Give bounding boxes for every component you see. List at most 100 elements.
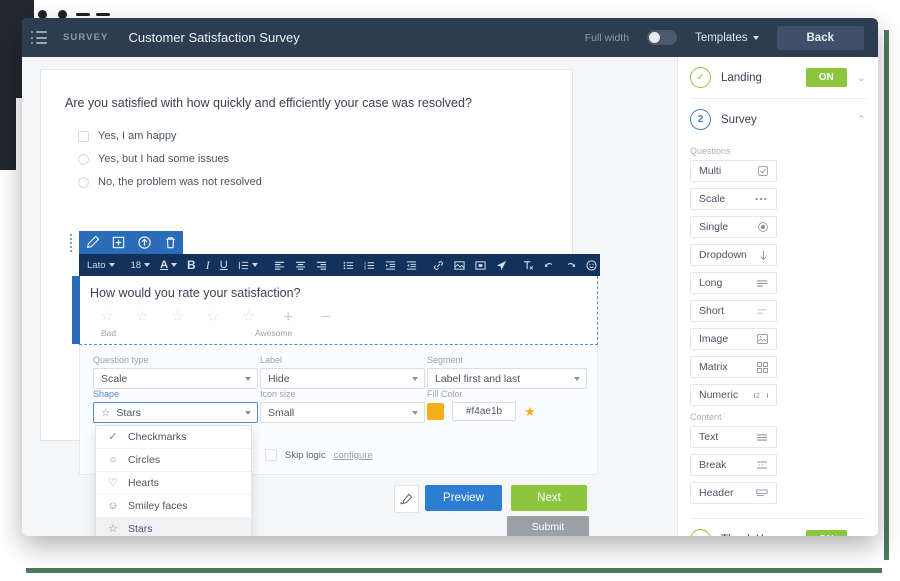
text-lines-icon xyxy=(756,433,768,442)
line-height-icon[interactable] xyxy=(233,254,263,276)
star-icon[interactable]: ☆ xyxy=(135,309,148,324)
question2-title: How would you rate your satisfaction? xyxy=(90,286,301,300)
star-icon[interactable]: ☆ xyxy=(100,309,113,324)
content-type-text[interactable]: Text xyxy=(690,426,777,448)
clear-format-icon[interactable] xyxy=(518,254,539,276)
star-icon[interactable]: ☆ xyxy=(206,309,219,324)
indent-icon[interactable] xyxy=(380,254,401,276)
emoji-icon[interactable] xyxy=(581,254,602,276)
question-type-select[interactable]: Scale xyxy=(93,368,258,389)
skip-logic-configure-link[interactable]: configure xyxy=(334,450,373,461)
question-type-multi[interactable]: Multi xyxy=(690,160,777,182)
shape-select[interactable]: ☆ Stars xyxy=(93,402,258,423)
question-type-short[interactable]: Short xyxy=(690,300,777,322)
decoration-dash xyxy=(76,13,90,16)
fullwidth-toggle[interactable] xyxy=(647,30,678,45)
star-icon[interactable]: ☆ xyxy=(242,309,255,324)
text-color-icon[interactable]: A xyxy=(155,254,182,276)
numbered-list-icon[interactable]: 123 xyxy=(359,254,380,276)
underline-icon[interactable]: U xyxy=(215,254,233,276)
landing-toggle[interactable]: ON xyxy=(805,68,847,87)
shape-option-label: Circles xyxy=(128,454,161,466)
dots-icon xyxy=(754,196,768,202)
hamburger-icon[interactable] xyxy=(31,31,51,44)
question1-title: Are you satisfied with how quickly and e… xyxy=(65,96,472,110)
fill-color-hex[interactable]: #f4ae1b xyxy=(452,402,516,421)
redo-icon[interactable] xyxy=(560,254,581,276)
star-icon[interactable]: ☆ xyxy=(171,309,184,324)
question-type-long[interactable]: Long xyxy=(690,272,777,294)
grid-icon xyxy=(757,361,768,373)
trash-icon[interactable] xyxy=(163,235,178,250)
align-center-icon[interactable] xyxy=(290,254,311,276)
minus-icon[interactable]: − xyxy=(321,308,331,325)
duplicate-icon[interactable] xyxy=(111,235,126,250)
paint-brush-icon[interactable] xyxy=(394,485,419,513)
next-button[interactable]: Next xyxy=(511,485,587,511)
plus-icon[interactable]: + xyxy=(283,308,293,325)
icon-size-label: Icon size xyxy=(260,389,296,399)
shape-option-hearts[interactable]: ♡ Hearts xyxy=(96,472,251,495)
arrow-up-circle-icon[interactable] xyxy=(137,235,152,250)
decoration-block xyxy=(0,98,16,170)
chevron-down-icon[interactable]: ⌄ xyxy=(857,71,866,84)
arrow-down-icon xyxy=(759,250,768,261)
check-circle-icon: ✓ xyxy=(690,67,711,88)
segment-field: Segment Label first and last xyxy=(427,355,587,389)
question1-option[interactable]: Yes, but I had some issues xyxy=(78,153,229,165)
shape-option-checkmarks[interactable]: ✓ Checkmarks xyxy=(96,426,251,449)
question1-option[interactable]: No, the problem was not resolved xyxy=(78,176,262,188)
italic-icon[interactable]: I xyxy=(201,254,215,276)
skip-logic-checkbox[interactable] xyxy=(265,449,277,461)
rating-stars-row[interactable]: ☆ ☆ ☆ ☆ ☆ + − xyxy=(100,308,331,325)
fill-color-label: Fill Color xyxy=(427,389,463,399)
shape-option-smiley-faces[interactable]: ☺ Smiley faces xyxy=(96,495,251,518)
video-icon[interactable] xyxy=(470,254,491,276)
back-button[interactable]: Back xyxy=(776,25,864,50)
question-type-matrix[interactable]: Matrix xyxy=(690,356,777,378)
shape-option-circles[interactable]: ○ Circles xyxy=(96,449,251,472)
templates-menu[interactable]: Templates xyxy=(695,32,759,44)
question-type-numeric[interactable]: Numeric 2 xyxy=(690,384,777,406)
type-label: Long xyxy=(699,277,723,289)
merge-tag-icon[interactable] xyxy=(491,254,512,276)
link-icon[interactable] xyxy=(428,254,449,276)
question-type-single[interactable]: Single xyxy=(690,216,777,238)
font-family-select[interactable]: Lato xyxy=(79,254,120,276)
sidebar-item-survey[interactable]: 2 Survey ⌃ xyxy=(678,99,878,140)
preview-button[interactable]: Preview xyxy=(425,485,502,511)
question-type-dropdown[interactable]: Dropdown xyxy=(690,244,777,266)
pencil-icon[interactable] xyxy=(85,235,100,250)
question2-block[interactable]: How would you rate your satisfaction? ☆ … xyxy=(72,276,598,345)
bullet-list-icon[interactable] xyxy=(338,254,359,276)
shape-option-stars[interactable]: ☆ Stars xyxy=(96,518,251,536)
sidebar-item-landing[interactable]: ✓ Landing ON ⌄ xyxy=(678,57,878,98)
icon-size-select[interactable]: Small xyxy=(260,402,425,423)
align-right-icon[interactable] xyxy=(311,254,332,276)
chevron-down-icon[interactable]: ⌄ xyxy=(857,533,866,536)
align-left-icon[interactable] xyxy=(269,254,290,276)
chevron-down-icon xyxy=(251,263,258,267)
content-type-header[interactable]: Header xyxy=(690,482,777,504)
question1-option[interactable]: Yes, I am happy xyxy=(78,130,176,142)
content-type-break[interactable]: Break xyxy=(690,454,777,476)
star-icon: ★ xyxy=(524,403,536,419)
undo-icon[interactable] xyxy=(539,254,560,276)
chevron-up-icon[interactable]: ⌃ xyxy=(857,113,866,126)
question-type-scale[interactable]: Scale xyxy=(690,188,777,210)
chevron-down-icon xyxy=(574,376,580,381)
drag-handle[interactable] xyxy=(69,233,73,253)
thankyou-toggle[interactable]: ON xyxy=(805,530,847,536)
segment-select[interactable]: Label first and last xyxy=(427,368,587,389)
question-type-image[interactable]: Image xyxy=(690,328,777,350)
shape-option-label: Stars xyxy=(128,523,153,535)
font-size-select[interactable]: 18 xyxy=(126,254,156,276)
sidebar-item-thankyou[interactable]: ✓ Thank You ON ⌄ xyxy=(678,519,878,536)
rating-label-high: Awesome xyxy=(255,328,293,338)
label-select[interactable]: Hide xyxy=(260,368,425,389)
fill-color-swatch[interactable] xyxy=(427,403,444,420)
image-icon[interactable] xyxy=(449,254,470,276)
type-label: Matrix xyxy=(699,361,728,373)
outdent-icon[interactable] xyxy=(401,254,422,276)
bold-icon[interactable]: B xyxy=(182,254,201,276)
